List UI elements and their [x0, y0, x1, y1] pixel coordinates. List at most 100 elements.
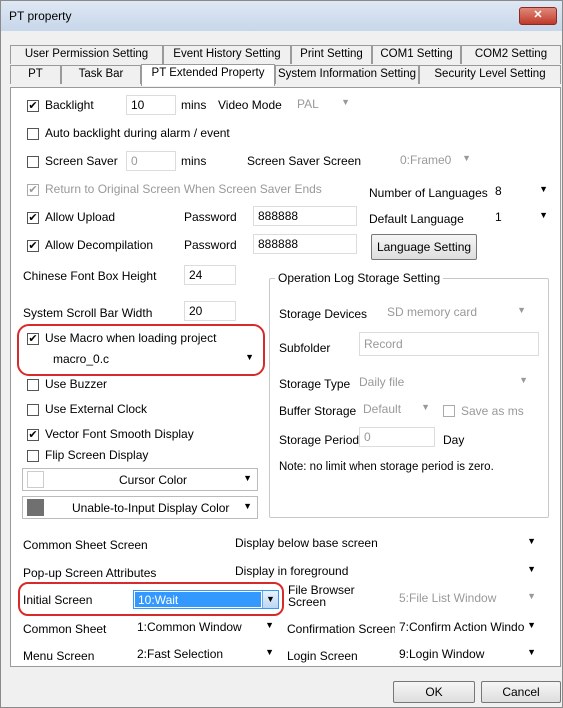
flip-screen-label: Flip Screen Display: [45, 448, 149, 462]
common-sheet-label: Common Sheet: [23, 622, 107, 636]
num-languages-value: 8: [495, 184, 502, 198]
language-setting-button[interactable]: Language Setting: [371, 234, 477, 260]
dropdown-arrow-icon: ▼: [421, 402, 430, 412]
allow-decompile-checkbox[interactable]: ✔: [27, 240, 39, 252]
cursor-color-swatch: [27, 471, 44, 488]
common-sheet-screen-value: Display below base screen: [235, 536, 378, 550]
storage-devices-label: Storage Devices: [279, 307, 368, 321]
confirmation-screen-select[interactable]: 7:Confirm Action Windo ▼: [395, 618, 541, 638]
tab-task-bar[interactable]: Task Bar: [61, 65, 141, 84]
tab-print-setting[interactable]: Print Setting: [291, 45, 372, 64]
upload-password-label: Password: [184, 210, 237, 224]
popup-attributes-label: Pop-up Screen Attributes: [23, 566, 157, 580]
screen-saver-input[interactable]: 0: [126, 151, 176, 171]
login-screen-select[interactable]: 9:Login Window ▼: [395, 645, 541, 665]
pt-property-dialog: PT property ✕ User Permission Setting Ev…: [0, 0, 563, 708]
tab-security-level-setting[interactable]: Security Level Setting: [419, 65, 561, 84]
use-buzzer-checkbox[interactable]: [27, 379, 39, 391]
popup-attributes-select[interactable]: Display in foreground ▼: [231, 562, 541, 582]
decompile-password-input[interactable]: 888888: [253, 234, 357, 254]
font-box-input[interactable]: 24: [184, 265, 236, 285]
login-screen-value: 9:Login Window: [399, 647, 485, 661]
subfolder-input[interactable]: Record: [359, 332, 539, 356]
tab-com2-setting[interactable]: COM2 Setting: [461, 45, 561, 64]
title-bar: PT property ✕: [1, 1, 562, 31]
save-as-ms-label: Save as ms: [461, 404, 524, 418]
dropdown-arrow-icon: ▼: [527, 620, 536, 630]
screen-saver-label: Screen Saver: [45, 154, 118, 168]
dropdown-arrow-icon: ▼: [243, 473, 252, 483]
flip-screen-checkbox[interactable]: [27, 450, 39, 462]
backlight-checkbox[interactable]: ✔: [27, 100, 39, 112]
common-sheet-select[interactable]: 1:Common Window ▼: [133, 618, 279, 638]
cursor-color-select[interactable]: Cursor Color ▼: [22, 468, 258, 491]
screen-saver-screen-value: 0:Frame0: [400, 153, 452, 167]
auto-backlight-checkbox[interactable]: [27, 128, 39, 140]
storage-devices-value: SD memory card: [387, 305, 478, 319]
dropdown-arrow-icon: ▼: [527, 647, 536, 657]
common-sheet-value: 1:Common Window: [137, 620, 242, 634]
backlight-unit: mins: [181, 98, 207, 112]
tab-com1-setting[interactable]: COM1 Setting: [372, 45, 461, 64]
tab-system-information-setting[interactable]: System Information Setting: [275, 65, 419, 84]
initial-screen-label: Initial Screen: [23, 593, 93, 607]
allow-upload-checkbox[interactable]: ✔: [27, 212, 39, 224]
dropdown-arrow-icon: ▼: [341, 97, 350, 107]
common-sheet-screen-select[interactable]: Display below base screen ▼: [231, 534, 541, 554]
tab-event-history-setting[interactable]: Event History Setting: [163, 45, 291, 64]
macro-highlight: [17, 324, 265, 376]
scroll-bar-label: System Scroll Bar Width: [23, 306, 153, 320]
storage-type-select[interactable]: Daily file ▼: [355, 373, 533, 393]
storage-devices-select[interactable]: SD memory card ▼: [383, 303, 531, 323]
video-mode-select[interactable]: PAL ▼: [293, 95, 355, 115]
cancel-button[interactable]: Cancel: [481, 681, 561, 703]
buffer-storage-value: Default: [363, 402, 402, 416]
scroll-bar-input[interactable]: 20: [184, 301, 236, 321]
menu-screen-select[interactable]: 2:Fast Selection ▼: [133, 645, 279, 665]
tab-pt-extended-property[interactable]: PT Extended Property: [141, 64, 275, 86]
save-as-ms-checkbox[interactable]: [443, 405, 455, 417]
tab-user-permission-setting[interactable]: User Permission Setting: [10, 45, 163, 64]
external-clock-label: Use External Clock: [45, 402, 148, 416]
return-original-label: Return to Original Screen When Screen Sa…: [45, 182, 322, 196]
auto-backlight-label: Auto backlight during alarm / event: [45, 126, 230, 140]
buffer-storage-select[interactable]: Default ▼: [359, 400, 435, 420]
unable-color-swatch: [27, 499, 44, 516]
buffer-storage-label: Buffer Storage: [279, 404, 357, 418]
dropdown-arrow-icon: ▼: [265, 647, 274, 657]
default-language-label: Default Language: [369, 212, 464, 226]
unable-color-select[interactable]: Unable-to-Input Display Color ▼: [22, 496, 258, 519]
cursor-color-label: Cursor Color: [119, 473, 188, 487]
dropdown-arrow-icon: ▼: [462, 153, 471, 163]
popup-attributes-value: Display in foreground: [235, 564, 349, 578]
close-button[interactable]: ✕: [519, 7, 557, 25]
confirmation-screen-value: 7:Confirm Action Windo: [399, 620, 525, 634]
default-language-select[interactable]: 1 ▼: [491, 208, 553, 228]
storage-period-unit: Day: [443, 433, 465, 447]
unable-color-label: Unable-to-Input Display Color: [72, 501, 230, 515]
font-box-label: Chinese Font Box Height: [23, 269, 157, 283]
storage-period-input[interactable]: 0: [359, 427, 435, 447]
subfolder-label: Subfolder: [279, 341, 331, 355]
file-browser-select[interactable]: 5:File List Window ▼: [395, 589, 541, 609]
file-browser-label: File Browser Screen: [288, 584, 355, 608]
file-browser-label-line2: Screen: [288, 595, 327, 609]
allow-upload-label: Allow Upload: [45, 210, 116, 224]
video-mode-label: Video Mode: [218, 98, 282, 112]
screen-saver-checkbox[interactable]: [27, 156, 39, 168]
ok-button[interactable]: OK: [393, 681, 475, 703]
dropdown-arrow-icon: ▼: [517, 305, 526, 315]
return-original-checkbox[interactable]: ✔: [27, 184, 39, 196]
num-languages-select[interactable]: 8 ▼: [491, 182, 553, 202]
file-browser-value: 5:File List Window: [399, 591, 497, 605]
tab-pt[interactable]: PT: [10, 65, 61, 84]
vector-font-checkbox[interactable]: ✔: [27, 429, 39, 441]
storage-type-value: Daily file: [359, 375, 405, 389]
backlight-input[interactable]: 10: [126, 95, 176, 115]
screen-saver-screen-select[interactable]: 0:Frame0 ▼: [396, 151, 476, 171]
dropdown-arrow-icon: ▼: [527, 536, 536, 546]
external-clock-checkbox[interactable]: [27, 404, 39, 416]
operation-log-title: Operation Log Storage Setting: [275, 271, 444, 285]
tab-panel: ✔ Backlight 10 mins Video Mode PAL ▼ Auto…: [10, 87, 561, 667]
upload-password-input[interactable]: 888888: [253, 206, 357, 226]
